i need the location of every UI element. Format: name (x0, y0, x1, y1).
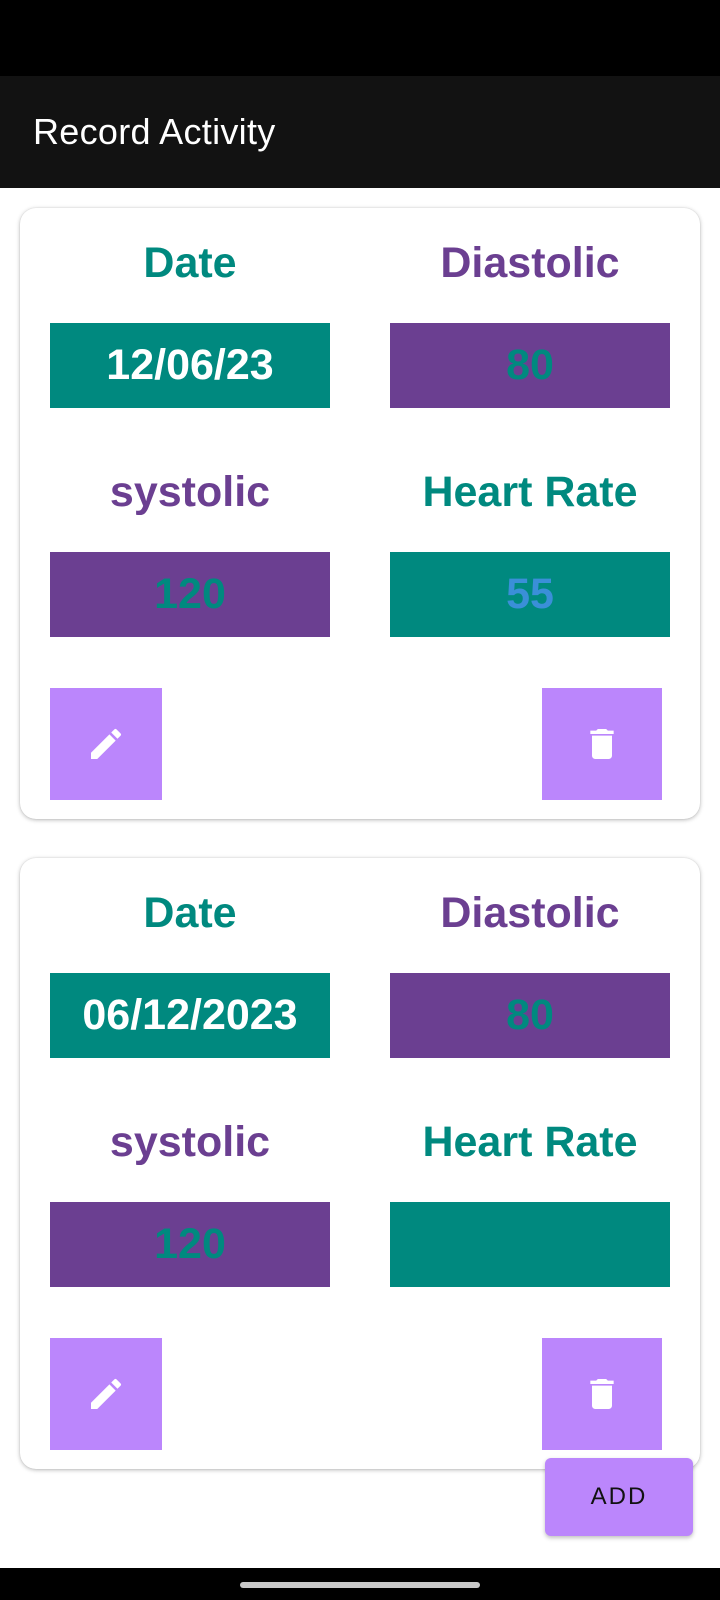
heart-rate-value: 55 (390, 552, 670, 637)
diastolic-value: 80 (390, 323, 670, 408)
heart-rate-value (390, 1202, 670, 1287)
add-button[interactable]: ADD (545, 1458, 693, 1536)
page-title: Record Activity (33, 111, 276, 152)
pencil-icon (91, 1378, 122, 1409)
record-card: Date Diastolic 12/06/23 80 systolic Hear… (20, 208, 700, 819)
diastolic-label: Diastolic (440, 889, 620, 937)
record-card: Date Diastolic 06/12/2023 80 systolic He… (20, 858, 700, 1469)
systolic-label: systolic (109, 1118, 271, 1166)
trash-icon (590, 1379, 614, 1409)
status-bar (0, 0, 720, 76)
app-bar: Record Activity (0, 76, 720, 188)
edit-button[interactable] (50, 688, 162, 800)
date-value: 12/06/23 (50, 323, 330, 408)
date-label: Date (143, 889, 237, 937)
trash-icon (590, 729, 614, 759)
home-gesture-handle[interactable] (240, 1582, 480, 1588)
systolic-value: 120 (50, 552, 330, 637)
diastolic-value: 80 (390, 973, 670, 1058)
systolic-value: 120 (50, 1202, 330, 1287)
heart-rate-label: Heart Rate (422, 468, 638, 516)
date-label: Date (143, 239, 237, 287)
date-value: 06/12/2023 (50, 973, 330, 1058)
delete-button[interactable] (542, 688, 662, 800)
diastolic-label: Diastolic (440, 239, 620, 287)
pencil-icon (91, 728, 122, 759)
systolic-label: systolic (109, 468, 271, 516)
heart-rate-label: Heart Rate (422, 1118, 638, 1166)
delete-button[interactable] (542, 1338, 662, 1450)
edit-button[interactable] (50, 1338, 162, 1450)
navigation-bar (0, 1568, 720, 1600)
